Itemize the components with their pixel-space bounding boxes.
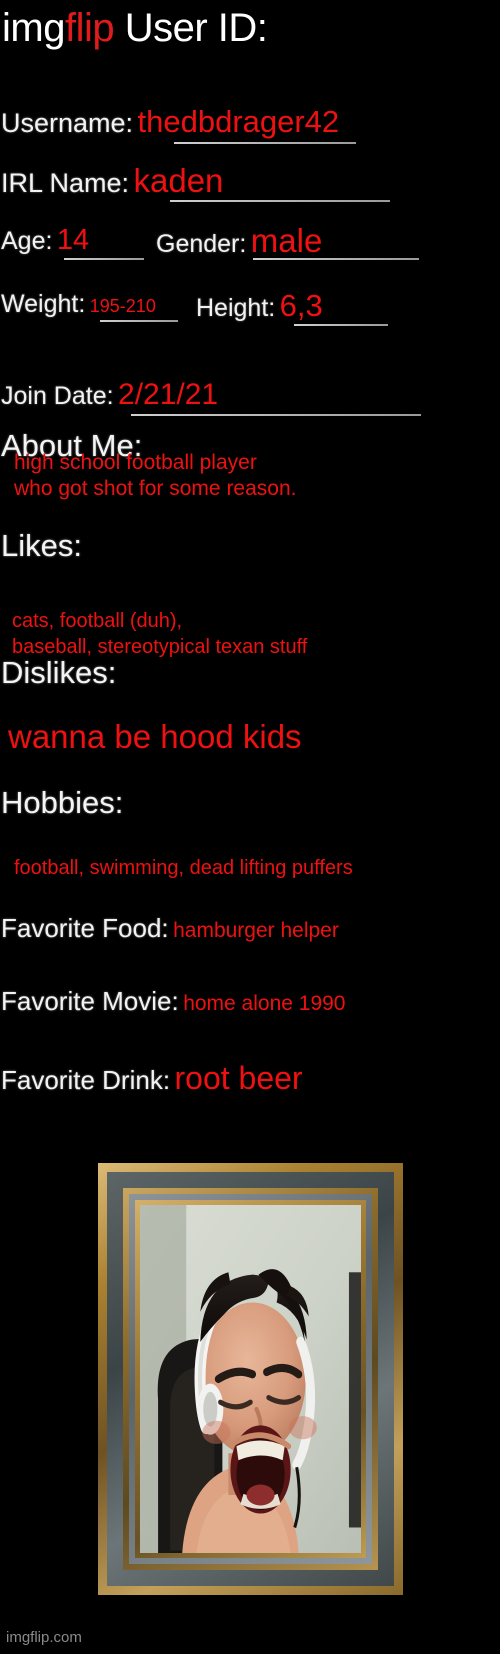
weight-underline [100,320,178,322]
weight-row: Weight: 195-210 [1,290,156,319]
likes-heading: Likes: [1,528,82,563]
username-label: Username: [1,108,134,138]
favorite-drink-label: Favorite Drink: [1,1065,171,1095]
username-underline [174,142,356,144]
favorite-drink-row: Favorite Drink: root beer [1,1060,303,1097]
height-underline [294,324,388,326]
hobbies-text: football, swimming, dead lifting puffers [14,857,353,879]
favorite-movie-value: home alone 1990 [183,992,346,1015]
brand-flip-text: flip [64,6,115,50]
gender-value: male [250,222,323,259]
height-label: Height: [196,294,276,322]
irl-name-row: IRL Name: kaden [1,162,223,200]
favorite-movie-row: Favorite Movie: home alone 1990 [1,986,346,1017]
weight-value: 195-210 [89,296,156,316]
brand-img-text: img [2,6,65,50]
favorite-food-row: Favorite Food: hamburger helper [1,913,339,944]
join-date-label: Join Date: [1,382,114,410]
favorite-movie-label: Favorite Movie: [1,986,179,1016]
age-underline [64,258,144,260]
imgflip-user-id-card: imgflip User ID: Username: thedbdrager42… [0,0,500,1654]
irl-name-underline [170,200,390,202]
age-row: Age: 14 [1,224,89,257]
favorite-food-value: hamburger helper [173,919,339,942]
join-date-value: 2/21/21 [118,378,219,411]
username-value: thedbdrager42 [137,104,340,139]
username-row: Username: thedbdrager42 [1,104,339,140]
profile-photo-image [140,1205,361,1553]
profile-photo-frame [98,1163,403,1595]
hobbies-heading: Hobbies: [1,785,124,820]
weight-label: Weight: [1,290,86,318]
likes-text: cats, football (duh), baseball, stereoty… [12,610,308,658]
dislikes-text: wanna be hood kids [8,718,302,755]
irl-name-label: IRL Name: [1,168,130,198]
favorite-food-label: Favorite Food: [1,913,169,943]
user-id-label: User ID: [124,6,268,50]
page-title: imgflip User ID: [2,6,268,50]
favorite-drink-value: root beer [174,1060,303,1096]
age-label: Age: [1,227,53,255]
join-date-underline [131,414,421,416]
imgflip-watermark: imgflip.com [6,1629,82,1646]
gender-row: Gender: male [156,222,322,260]
irl-name-value: kaden [133,162,224,199]
join-date-row: Join Date: 2/21/21 [1,378,218,412]
age-value: 14 [56,224,90,256]
about-me-text: high school football player who got shot… [14,451,297,500]
dislikes-heading: Dislikes: [1,655,117,690]
gender-label: Gender: [156,230,247,258]
height-value: 6,3 [279,288,323,323]
gender-underline [253,258,419,260]
height-row: Height: 6,3 [196,288,323,324]
